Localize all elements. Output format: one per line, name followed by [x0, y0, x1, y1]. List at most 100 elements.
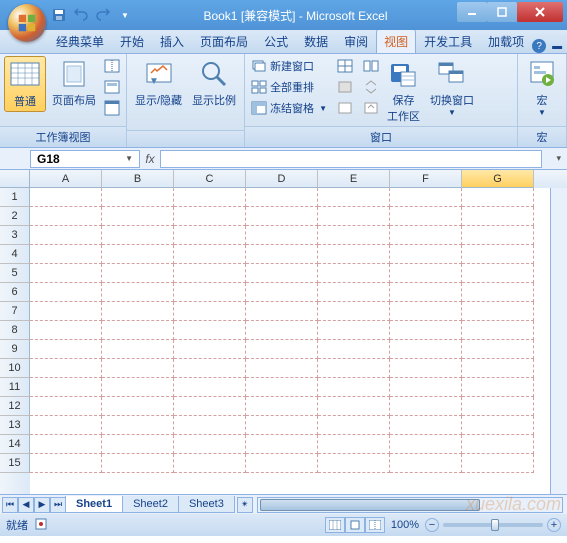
cell-B10[interactable]	[102, 359, 174, 378]
cell-B8[interactable]	[102, 321, 174, 340]
cell-E13[interactable]	[318, 416, 390, 435]
cells-area[interactable]	[30, 188, 550, 494]
zoom-level[interactable]: 100%	[391, 519, 419, 531]
col-header-D[interactable]: D	[246, 170, 318, 188]
vertical-scrollbar[interactable]	[550, 188, 567, 494]
pagebreak-status-button[interactable]	[365, 517, 385, 533]
fullscreen-button[interactable]	[102, 98, 122, 118]
namebox-dropdown-icon[interactable]: ▼	[125, 154, 133, 163]
maximize-button[interactable]	[487, 2, 517, 22]
cell-E1[interactable]	[318, 188, 390, 207]
row-header-7[interactable]: 7	[0, 302, 30, 321]
col-header-C[interactable]: C	[174, 170, 246, 188]
cell-D3[interactable]	[246, 226, 318, 245]
row-header-14[interactable]: 14	[0, 435, 30, 454]
cell-B4[interactable]	[102, 245, 174, 264]
cell-F2[interactable]	[390, 207, 462, 226]
normal-view-button[interactable]: 普通	[4, 56, 46, 112]
cell-A10[interactable]	[30, 359, 102, 378]
freeze-panes-button[interactable]: 冻结窗格▼	[249, 98, 329, 118]
cell-G15[interactable]	[462, 454, 534, 473]
sheet-nav-last[interactable]: ⏭	[50, 497, 66, 513]
tab-页面布局[interactable]: 页面布局	[192, 29, 256, 53]
cell-A11[interactable]	[30, 378, 102, 397]
help-icon[interactable]: ?	[532, 39, 546, 53]
cell-F9[interactable]	[390, 340, 462, 359]
cell-A3[interactable]	[30, 226, 102, 245]
cell-C5[interactable]	[174, 264, 246, 283]
cell-A13[interactable]	[30, 416, 102, 435]
cell-E3[interactable]	[318, 226, 390, 245]
tab-开发工具[interactable]: 开发工具	[416, 29, 480, 53]
cell-G3[interactable]	[462, 226, 534, 245]
cell-E9[interactable]	[318, 340, 390, 359]
cell-F12[interactable]	[390, 397, 462, 416]
tab-插入[interactable]: 插入	[152, 29, 192, 53]
cell-C9[interactable]	[174, 340, 246, 359]
col-header-F[interactable]: F	[390, 170, 462, 188]
redo-icon[interactable]	[94, 6, 112, 24]
cell-E15[interactable]	[318, 454, 390, 473]
page-layout-status-button[interactable]	[345, 517, 365, 533]
row-header-11[interactable]: 11	[0, 378, 30, 397]
cell-F15[interactable]	[390, 454, 462, 473]
row-header-6[interactable]: 6	[0, 283, 30, 302]
row-header-10[interactable]: 10	[0, 359, 30, 378]
cell-A9[interactable]	[30, 340, 102, 359]
minimize-button[interactable]	[457, 2, 487, 22]
col-header-E[interactable]: E	[318, 170, 390, 188]
cell-B14[interactable]	[102, 435, 174, 454]
cell-C15[interactable]	[174, 454, 246, 473]
new-sheet-button[interactable]: ✴	[237, 497, 253, 513]
cell-B9[interactable]	[102, 340, 174, 359]
cell-A4[interactable]	[30, 245, 102, 264]
save-icon[interactable]	[50, 6, 68, 24]
cell-E12[interactable]	[318, 397, 390, 416]
zoom-slider[interactable]	[443, 523, 543, 527]
cell-C7[interactable]	[174, 302, 246, 321]
row-header-12[interactable]: 12	[0, 397, 30, 416]
cell-G12[interactable]	[462, 397, 534, 416]
cell-F4[interactable]	[390, 245, 462, 264]
cell-D8[interactable]	[246, 321, 318, 340]
row-header-4[interactable]: 4	[0, 245, 30, 264]
ribbon-minimize-icon[interactable]: ▬	[552, 41, 562, 52]
cell-D14[interactable]	[246, 435, 318, 454]
cell-A14[interactable]	[30, 435, 102, 454]
cell-G8[interactable]	[462, 321, 534, 340]
cell-A12[interactable]	[30, 397, 102, 416]
select-all-corner[interactable]	[0, 170, 30, 188]
cell-B12[interactable]	[102, 397, 174, 416]
tab-加载项[interactable]: 加载项	[480, 29, 532, 53]
cell-E5[interactable]	[318, 264, 390, 283]
normal-view-status-button[interactable]	[325, 517, 345, 533]
cell-F7[interactable]	[390, 302, 462, 321]
switch-window-button[interactable]: 切换窗口▼	[426, 56, 478, 119]
office-button[interactable]	[8, 4, 46, 42]
tab-经典菜单[interactable]: 经典菜单	[48, 29, 112, 53]
cell-G14[interactable]	[462, 435, 534, 454]
col-header-G[interactable]: G	[462, 170, 534, 188]
cell-E14[interactable]	[318, 435, 390, 454]
cell-G2[interactable]	[462, 207, 534, 226]
close-button[interactable]	[517, 2, 563, 22]
cell-E2[interactable]	[318, 207, 390, 226]
cell-B6[interactable]	[102, 283, 174, 302]
cell-D12[interactable]	[246, 397, 318, 416]
zoom-out-button[interactable]: −	[425, 518, 439, 532]
fx-button[interactable]: fx	[140, 152, 160, 166]
cell-D5[interactable]	[246, 264, 318, 283]
cell-E8[interactable]	[318, 321, 390, 340]
cell-A15[interactable]	[30, 454, 102, 473]
cell-D15[interactable]	[246, 454, 318, 473]
sync-scroll-button[interactable]	[361, 77, 381, 97]
sheet-nav-next[interactable]: ▶	[34, 497, 50, 513]
unhide-button[interactable]	[335, 98, 355, 118]
sheet-nav-first[interactable]: ⏮	[2, 497, 18, 513]
tab-开始[interactable]: 开始	[112, 29, 152, 53]
view-side-by-side-button[interactable]	[361, 56, 381, 76]
cell-G11[interactable]	[462, 378, 534, 397]
cell-F13[interactable]	[390, 416, 462, 435]
split-button[interactable]	[335, 56, 355, 76]
row-header-5[interactable]: 5	[0, 264, 30, 283]
